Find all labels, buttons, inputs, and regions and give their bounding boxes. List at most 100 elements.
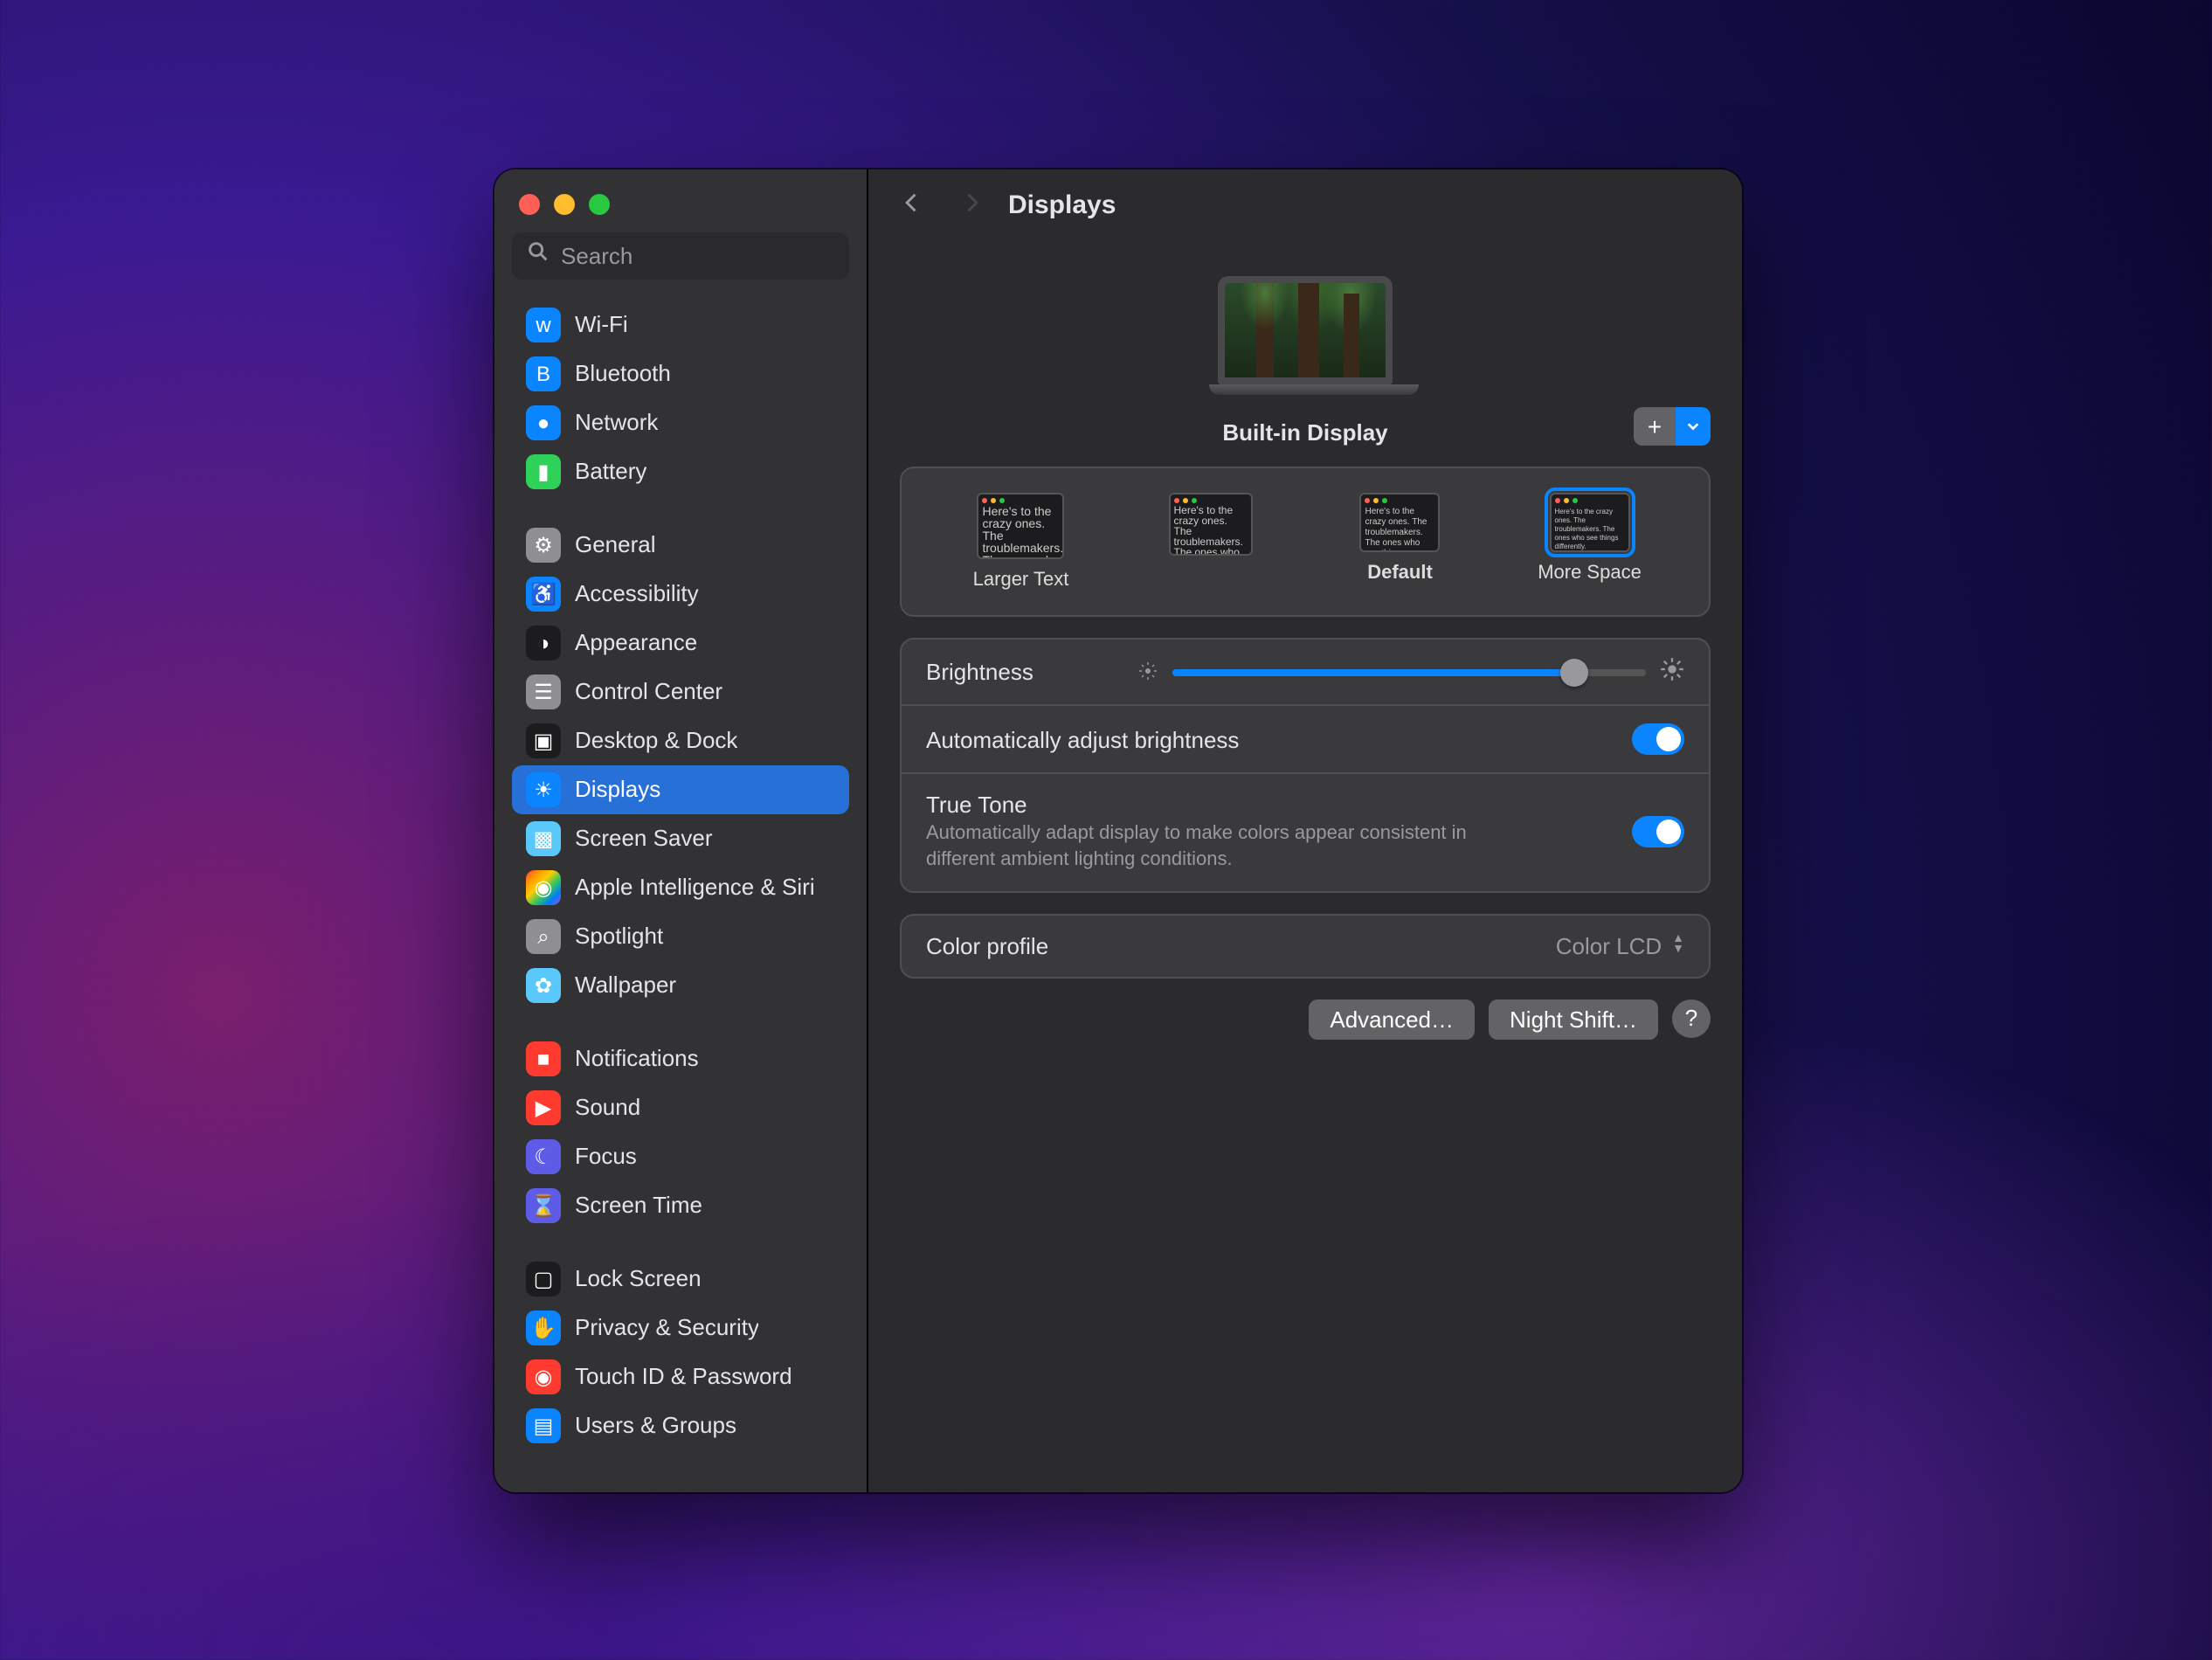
sidebar-item-label: Displays: [575, 772, 660, 807]
sidebar-item-control-center-icon: ☰: [526, 674, 561, 709]
toolbar: Displays: [868, 169, 1742, 241]
sidebar-item-control-center[interactable]: ☰ Control Center: [512, 667, 849, 716]
sidebar: ᴡWi-Fi B Bluetooth ●Network ▮ Battery ⚙ General…: [494, 169, 868, 1492]
sidebar-item-focus-icon: ☾: [526, 1139, 561, 1174]
sidebar-item-label: Notifications: [575, 1041, 699, 1076]
display-hero: Built-in Display +: [900, 241, 1711, 467]
laptop-image: [1209, 276, 1401, 395]
sidebar-item-label: Users & Groups: [575, 1408, 736, 1443]
sidebar-item-lock-screen[interactable]: ▢ Lock Screen: [512, 1255, 849, 1304]
brightness-slider[interactable]: [1173, 668, 1646, 675]
sidebar-item-notifications-icon: ■: [526, 1041, 561, 1076]
sidebar-item-appearance[interactable]: ◑ Appearance: [512, 619, 849, 667]
back-button[interactable]: [900, 190, 924, 220]
sidebar-list: ᴡWi-Fi B Bluetooth ●Network ▮ Battery ⚙ General…: [494, 297, 867, 1492]
sidebar-item-label: Bluetooth: [575, 356, 671, 391]
true-tone-description: Automatically adapt display to make colo…: [926, 821, 1485, 873]
resolution-larger-text[interactable]: Here's to the crazy ones. The troublemak…: [960, 493, 1082, 591]
sidebar-item-bluetooth-icon: B: [526, 356, 561, 391]
sidebar-item-bluetooth[interactable]: B Bluetooth: [512, 349, 849, 398]
resolution-default[interactable]: Here's to the crazy ones. The troublemak…: [1339, 493, 1462, 584]
sidebar-item-screen-saver-icon: ▩: [526, 821, 561, 856]
sidebar-item-wifi-icon: ᴡ: [526, 308, 561, 342]
sidebar-item-battery[interactable]: ▮ Battery: [512, 447, 849, 496]
minimize-button[interactable]: [554, 194, 575, 215]
sidebar-item-spotlight-icon: ⌕: [526, 919, 561, 954]
sidebar-item-label: Accessibility: [575, 577, 699, 612]
forward-button[interactable]: [959, 190, 984, 220]
sidebar-item-label: Screen Saver: [575, 821, 713, 856]
sidebar-item-spotlight[interactable]: ⌕Spotlight: [512, 912, 849, 961]
color-profile-section: Color profile Color LCD ▲▼: [900, 913, 1711, 978]
updown-icon: ▲▼: [1672, 935, 1684, 956]
sidebar-item-screen-time[interactable]: ⌛ Screen Time: [512, 1181, 849, 1230]
main-panel: Displays Built-in Display +: [868, 169, 1742, 1492]
sidebar-item-label: Wallpaper: [575, 968, 676, 1003]
sidebar-item-label: Apple Intelligence & Siri: [575, 870, 815, 905]
color-profile-label: Color profile: [926, 932, 1048, 958]
window-controls: [494, 169, 867, 232]
sidebar-item-network-icon: ●: [526, 405, 561, 440]
sidebar-item-label: Battery: [575, 454, 646, 489]
sidebar-item-lock-screen-icon: ▢: [526, 1262, 561, 1297]
auto-brightness-toggle[interactable]: [1632, 723, 1684, 755]
true-tone-label: True Tone: [926, 792, 1485, 818]
sidebar-item-screen-saver[interactable]: ▩ Screen Saver: [512, 814, 849, 863]
sidebar-item-general[interactable]: ⚙ General: [512, 521, 849, 570]
sidebar-item-label: Sound: [575, 1090, 640, 1125]
sidebar-item-sound-icon: ▶: [526, 1090, 561, 1125]
add-display-menu[interactable]: [1676, 407, 1711, 446]
sidebar-item-accessibility-icon: ♿: [526, 577, 561, 612]
sidebar-item-label: Focus: [575, 1139, 637, 1174]
sidebar-item-label: General: [575, 528, 656, 563]
true-tone-toggle[interactable]: [1632, 817, 1684, 848]
add-display-button[interactable]: +: [1634, 407, 1676, 446]
close-button[interactable]: [519, 194, 540, 215]
sidebar-item-users-groups-icon: ▤: [526, 1408, 561, 1443]
search-icon: [526, 239, 550, 269]
sidebar-item-screen-time-icon: ⌛: [526, 1188, 561, 1223]
sidebar-item-battery-icon: ▮: [526, 454, 561, 489]
sidebar-item-sound[interactable]: ▶ Sound: [512, 1083, 849, 1132]
zoom-button[interactable]: [589, 194, 610, 215]
sidebar-item-label: Control Center: [575, 674, 722, 709]
sidebar-item-privacy-security[interactable]: ✋ Privacy & Security: [512, 1304, 849, 1352]
sidebar-item-general-icon: ⚙: [526, 528, 561, 563]
brightness-label: Brightness: [926, 659, 1033, 685]
sidebar-item-label: Desktop & Dock: [575, 723, 737, 758]
sidebar-item-label: Lock Screen: [575, 1262, 702, 1297]
night-shift-button[interactable]: Night Shift…: [1489, 999, 1658, 1039]
sidebar-item-wallpaper-icon: ✿: [526, 968, 561, 1003]
brightness-section: Brightness A: [900, 638, 1711, 892]
sidebar-item-focus[interactable]: ☾ Focus: [512, 1132, 849, 1181]
sidebar-item-appearance-icon: ◑: [526, 626, 561, 661]
page-title: Displays: [1008, 190, 1116, 220]
sidebar-item-notifications[interactable]: ■ Notifications: [512, 1034, 849, 1083]
sidebar-item-displays[interactable]: ☀ Displays: [512, 765, 849, 814]
sidebar-item-touch-id-password[interactable]: ◉Touch ID & Password: [512, 1352, 849, 1401]
display-name: Built-in Display: [1222, 419, 1387, 446]
sidebar-item-accessibility[interactable]: ♿ Accessibility: [512, 570, 849, 619]
sidebar-item-label: Privacy & Security: [575, 1311, 759, 1345]
sidebar-item-network[interactable]: ●Network: [512, 398, 849, 447]
sidebar-item-desktop-dock[interactable]: ▣ Desktop & Dock: [512, 716, 849, 765]
system-settings-window: ᴡWi-Fi B Bluetooth ●Network ▮ Battery ⚙ General…: [494, 169, 1742, 1492]
sidebar-item-label: Appearance: [575, 626, 697, 661]
advanced-button[interactable]: Advanced…: [1309, 999, 1475, 1039]
resolution-more-space[interactable]: Here's to the crazy ones. The troublemak…: [1529, 493, 1651, 584]
resolution-card: Here's to the crazy ones. The troublemak…: [900, 467, 1711, 617]
sidebar-item-label: Screen Time: [575, 1188, 702, 1223]
resolution-option-2[interactable]: Here's to the crazy ones. The troublemak…: [1150, 493, 1272, 587]
color-profile-select[interactable]: Color LCD ▲▼: [1556, 932, 1684, 958]
sidebar-item-displays-icon: ☀: [526, 772, 561, 807]
search-input[interactable]: [512, 232, 849, 280]
sidebar-item-desktop-dock-icon: ▣: [526, 723, 561, 758]
sidebar-item-apple-intelligence-siri[interactable]: ◉ Apple Intelligence & Siri: [512, 863, 849, 912]
sidebar-item-label: Touch ID & Password: [575, 1359, 792, 1394]
sidebar-item-apple-intelligence-siri-icon: ◉: [526, 870, 561, 905]
sidebar-item-wifi[interactable]: ᴡWi-Fi: [512, 301, 849, 349]
help-button[interactable]: ?: [1672, 999, 1711, 1037]
sidebar-item-privacy-security-icon: ✋: [526, 1311, 561, 1345]
sidebar-item-wallpaper[interactable]: ✿ Wallpaper: [512, 961, 849, 1010]
sidebar-item-users-groups[interactable]: ▤ Users & Groups: [512, 1401, 849, 1450]
